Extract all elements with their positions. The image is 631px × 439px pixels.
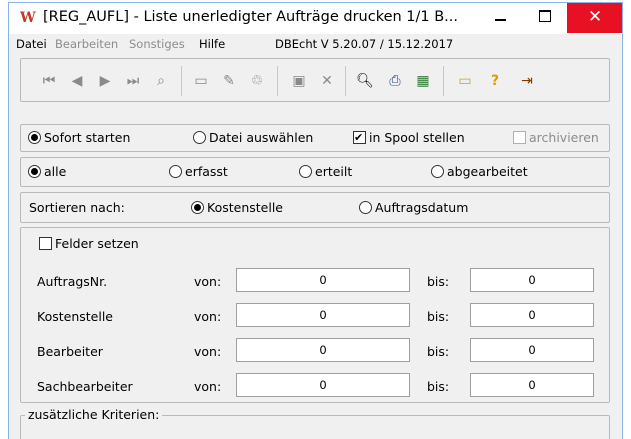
sachbearbeiter-von-field[interactable]: 0 <box>236 373 410 397</box>
radio-icon <box>359 201 372 214</box>
app-icon: W <box>20 10 36 26</box>
exit-door-icon[interactable]: ⇥ <box>517 71 537 91</box>
toolbar-separator <box>443 66 444 96</box>
sofort-starten-label: Sofort starten <box>44 130 131 145</box>
last-record-icon[interactable]: ⏭ <box>123 71 143 91</box>
sort-panel: Sortieren nach: Kostenstelle Auftragsdat… <box>20 192 610 223</box>
title-bar: W [REG_AUFL] - Liste unerledigter Aufträ… <box>9 3 622 34</box>
archivieren-label: archivieren <box>529 130 599 145</box>
auftragsnr-label: AuftragsNr. <box>37 274 108 289</box>
radio-selected-icon <box>28 131 41 144</box>
radio-selected-icon <box>191 201 204 214</box>
print-icon[interactable]: ⎙ <box>385 71 405 91</box>
close-button[interactable]: ✕ <box>567 3 622 33</box>
von-label: von: <box>194 309 222 324</box>
bearbeiter-von-field[interactable]: 0 <box>236 338 410 362</box>
von-label: von: <box>194 274 222 289</box>
toolbar-separator <box>277 66 278 96</box>
print-preview-icon[interactable]: 🔍︎ <box>355 71 375 91</box>
checkbox-checked-icon <box>353 131 366 144</box>
grid-icon[interactable]: ▦ <box>413 71 433 91</box>
bis-label: bis: <box>427 379 450 394</box>
radio-icon <box>193 131 206 144</box>
menu-datei[interactable]: Datei <box>16 37 47 51</box>
field-range-panel: Felder setzen AuftragsNr. von: 0 bis: 0 … <box>20 227 610 403</box>
status-alle-option[interactable]: alle <box>28 164 66 179</box>
sort-label: Sortieren nach: <box>29 200 125 215</box>
app-window: W [REG_AUFL] - Liste unerledigter Aufträ… <box>8 2 623 439</box>
checkbox-disabled-icon <box>513 131 526 144</box>
status-erteilt-label: erteilt <box>315 164 353 179</box>
save-icon[interactable]: ▣ <box>289 71 309 91</box>
kostenstelle-bis-field[interactable]: 0 <box>470 303 594 327</box>
status-erfasst-label: erfasst <box>185 164 228 179</box>
bearbeiter-bis-field[interactable]: 0 <box>470 338 594 362</box>
maximize-button[interactable] <box>523 3 567 33</box>
sofort-starten-option[interactable]: Sofort starten <box>28 130 130 145</box>
prev-record-icon[interactable]: ◀ <box>67 71 87 91</box>
toolbar-separator <box>345 66 346 96</box>
kostenstelle-label: Kostenstelle <box>37 309 113 324</box>
von-label: von: <box>194 344 222 359</box>
bis-label: bis: <box>427 309 450 324</box>
kostenstelle-von-field[interactable]: 0 <box>236 303 410 327</box>
version-label: DBEcht V 5.20.07 / 15.12.2017 <box>275 37 454 51</box>
binoculars-icon[interactable]: ⌕ <box>151 71 171 91</box>
radio-selected-icon <box>28 165 41 178</box>
menu-bearbeiten[interactable]: Bearbeiten <box>55 37 118 51</box>
sort-kostenstelle-option[interactable]: Kostenstelle <box>191 200 283 215</box>
bis-label: bis: <box>427 344 450 359</box>
toolbar: ⏮ ◀ ▶ ⏭ ⌕ ▭ ✎ ♲ ▣ ✕ 🔍︎ ⎙ ▦ ▭ ? ⇥ <box>20 58 610 102</box>
status-filter-panel: alle erfasst erteilt abgearbeitet <box>20 157 610 187</box>
felder-setzen-checkbox[interactable]: Felder setzen <box>39 236 139 251</box>
felder-setzen-label: Felder setzen <box>55 236 139 251</box>
first-record-icon[interactable]: ⏮ <box>39 71 59 91</box>
status-abgearbeitet-option[interactable]: abgearbeitet <box>431 164 528 179</box>
checkbox-icon <box>39 237 52 250</box>
next-record-icon[interactable]: ▶ <box>95 71 115 91</box>
auftragsnr-bis-field[interactable]: 0 <box>470 268 594 292</box>
von-label: von: <box>194 379 222 394</box>
output-options-panel: Sofort starten Datei auswählen in Spool … <box>20 124 610 152</box>
trash-icon[interactable]: ♲ <box>247 71 267 91</box>
edit-document-icon[interactable]: ✎ <box>219 71 239 91</box>
status-erfasst-option[interactable]: erfasst <box>169 164 228 179</box>
radio-icon <box>431 165 444 178</box>
status-erteilt-option[interactable]: erteilt <box>299 164 352 179</box>
auftragsnr-von-field[interactable]: 0 <box>236 268 410 292</box>
cancel-icon[interactable]: ✕ <box>317 71 337 91</box>
bearbeiter-label: Bearbeiter <box>37 344 103 359</box>
window-title: [REG_AUFL] - Liste unerledigter Aufträge… <box>43 9 459 25</box>
sachbearbeiter-bis-field[interactable]: 0 <box>470 373 594 397</box>
sachbearbeiter-label: Sachbearbeiter <box>37 379 133 394</box>
menu-bar: Datei Bearbeiten Sonstiges Hilfe DBEcht … <box>9 34 622 55</box>
spool-checkbox[interactable]: in Spool stellen <box>353 130 465 145</box>
radio-icon <box>169 165 182 178</box>
status-abgearbeitet-label: abgearbeitet <box>447 164 528 179</box>
minimize-button[interactable] <box>479 3 523 33</box>
archivieren-checkbox[interactable]: archivieren <box>513 130 599 145</box>
datei-auswaehlen-option[interactable]: Datei auswählen <box>193 130 313 145</box>
additional-criteria-label: zusätzliche Kriterien: <box>25 407 163 422</box>
new-document-icon[interactable]: ▭ <box>191 71 211 91</box>
sort-auftragsdatum-label: Auftragsdatum <box>375 200 469 215</box>
datei-auswaehlen-label: Datei auswählen <box>209 130 314 145</box>
spool-label: in Spool stellen <box>369 130 465 145</box>
bis-label: bis: <box>427 274 450 289</box>
menu-hilfe[interactable]: Hilfe <box>199 37 225 51</box>
help-icon[interactable]: ? <box>485 71 505 91</box>
status-alle-label: alle <box>44 164 67 179</box>
radio-icon <box>299 165 312 178</box>
folder-icon[interactable]: ▭ <box>455 71 475 91</box>
sort-kostenstelle-label: Kostenstelle <box>207 200 283 215</box>
sort-auftragsdatum-option[interactable]: Auftragsdatum <box>359 200 468 215</box>
toolbar-separator <box>181 66 182 96</box>
menu-sonstiges[interactable]: Sonstiges <box>129 37 185 51</box>
